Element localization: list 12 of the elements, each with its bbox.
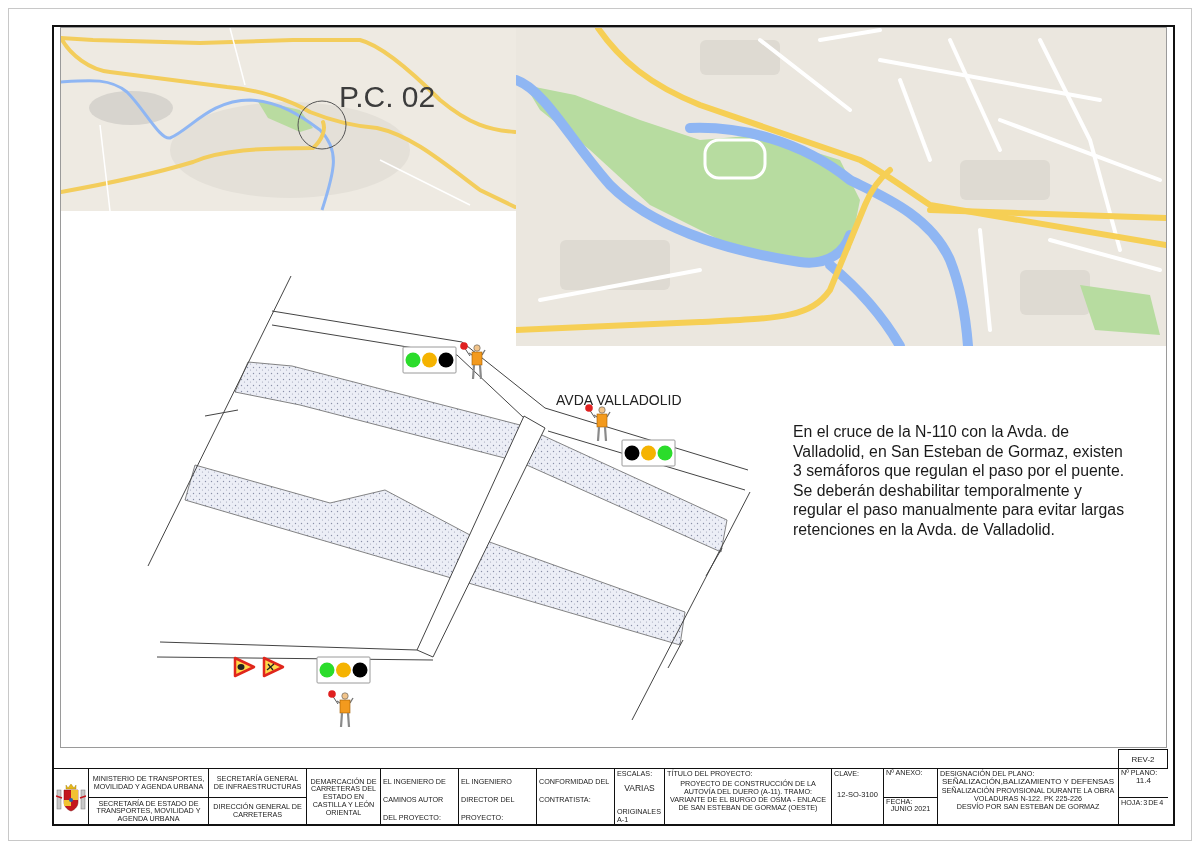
flagger-icon	[328, 690, 354, 729]
flagger-icon	[585, 404, 611, 443]
field-value: VARIAS	[624, 783, 655, 795]
flagger-icon	[460, 342, 486, 381]
field-value: 11.4	[1135, 776, 1152, 786]
revision-label: REV-2	[1118, 749, 1168, 768]
warning-sign-icon	[233, 656, 256, 678]
map-callout-label: P.C. 02	[339, 80, 436, 113]
warning-sign-icon	[262, 656, 285, 678]
note-text: En el cruce de la N-110 con la Avda. de Valladolid, en San Esteban de Gormaz, existen 3 semáforos que regulan el paso por el puente. Se deberán deshabilitar temporalmente y regular el paso manualmente para evitar largas retenciones en la Avda. de Valladolid.	[793, 422, 1126, 539]
street-label: AVDA VALLADOLID	[556, 392, 682, 408]
drawing-title: SEÑALIZACIÓN,BALIZAMIENTO Y DEFENSAS	[941, 777, 1114, 787]
